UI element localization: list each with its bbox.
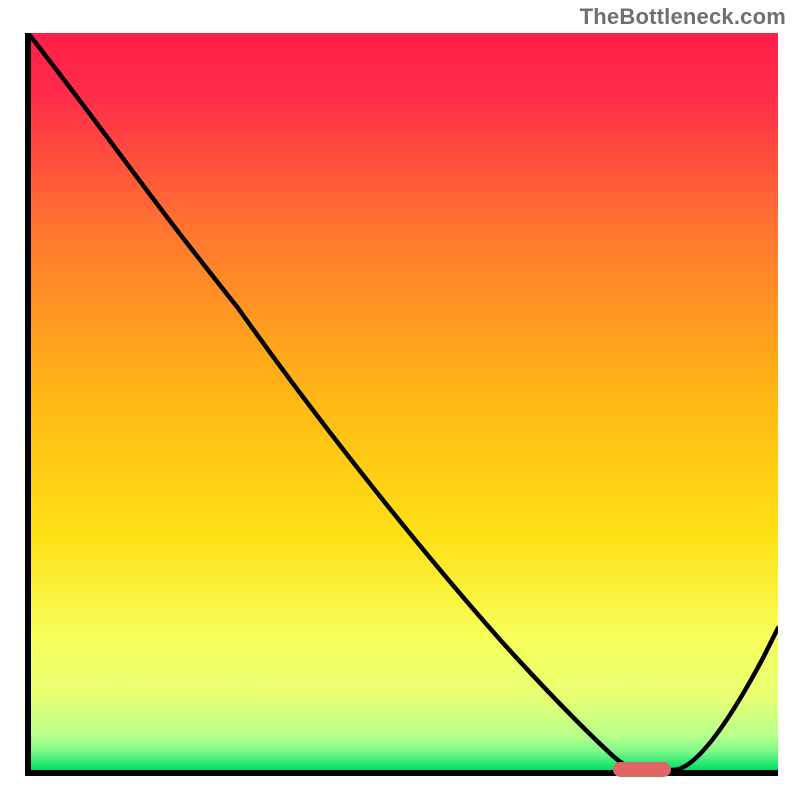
chart-svg xyxy=(23,33,778,778)
optimal-marker xyxy=(613,762,671,777)
chart-frame: TheBottleneck.com xyxy=(0,0,800,800)
plot-area xyxy=(23,33,778,778)
watermark-text: TheBottleneck.com xyxy=(580,4,786,30)
gradient-background xyxy=(28,33,778,770)
